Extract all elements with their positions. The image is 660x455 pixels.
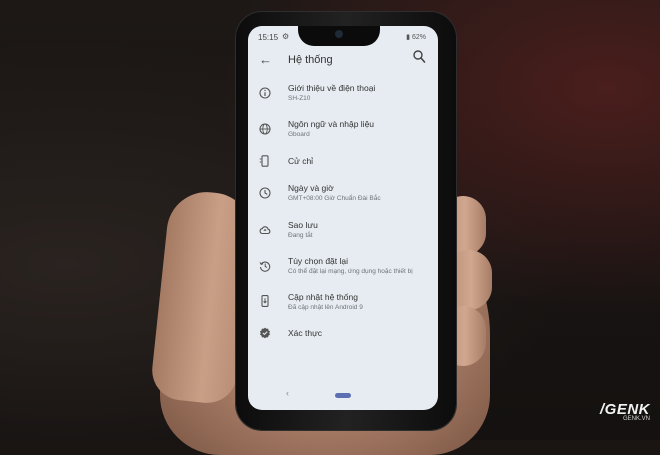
info-icon bbox=[259, 87, 271, 99]
search-icon[interactable] bbox=[412, 49, 426, 65]
settings-item-title: Xác thực bbox=[288, 328, 323, 338]
settings-item-subtitle: Gboard bbox=[288, 131, 310, 138]
settings-item-title: Tùy chọn đặt lại bbox=[288, 256, 349, 266]
settings-item-subtitle: Đang tắt bbox=[288, 232, 313, 239]
status-time: 15:15 bbox=[258, 33, 279, 42]
clock-icon bbox=[259, 187, 271, 199]
globe-icon bbox=[259, 123, 271, 135]
settings-item-subtitle: Đã cập nhật lên Android 9 bbox=[288, 304, 363, 311]
history-icon bbox=[259, 261, 271, 272]
navigation-bar: ‹ bbox=[248, 384, 438, 410]
battery-level: 62% bbox=[411, 34, 426, 41]
cloud-upload-icon bbox=[259, 226, 271, 235]
settings-item-system-update[interactable]: Cập nhật hệ thống Đã cập nhật lên Androi… bbox=[248, 291, 438, 325]
settings-item-subtitle: SH-Z10 bbox=[288, 95, 311, 102]
nav-back-icon[interactable]: ‹ bbox=[286, 388, 289, 398]
settings-item-title: Ngôn ngữ và nhập liệu bbox=[288, 119, 375, 129]
settings-notification-icon: ⚙ bbox=[282, 32, 290, 41]
settings-item-title: Cập nhật hệ thống bbox=[288, 292, 358, 302]
battery-icon: ▮ bbox=[406, 34, 411, 41]
settings-item-certification[interactable]: Xác thực bbox=[248, 326, 438, 360]
settings-item-title: Sao lưu bbox=[288, 220, 318, 230]
battery-status: ▮ 62% bbox=[406, 33, 426, 41]
gesture-phone-icon bbox=[259, 155, 269, 167]
back-arrow-icon[interactable]: ← bbox=[259, 52, 272, 67]
settings-item-about-phone[interactable]: Giới thiệu về điện thoại SH-Z10 bbox=[248, 80, 438, 114]
phone-screen: 15:15 ⚙ ▮ 62% ← Hệ thống Giới thiệu về đ… bbox=[248, 26, 438, 410]
settings-item-subtitle: GMT+08:00 Giờ Chuẩn Đài Bắc bbox=[288, 195, 381, 202]
display-notch bbox=[298, 26, 380, 46]
settings-item-subtitle: Có thể đặt lại mạng, ứng dụng hoặc thiết… bbox=[288, 268, 413, 275]
verified-badge-icon bbox=[260, 327, 270, 339]
settings-item-title: Giới thiệu về điện thoại bbox=[288, 83, 376, 93]
nav-home-pill[interactable] bbox=[335, 393, 351, 398]
front-camera bbox=[335, 30, 343, 38]
system-update-icon bbox=[261, 295, 269, 307]
settings-item-reset-options[interactable]: Tùy chọn đặt lại Có thể đặt lại mạng, ứn… bbox=[248, 255, 438, 289]
settings-item-language-input[interactable]: Ngôn ngữ và nhập liệu Gboard bbox=[248, 116, 438, 150]
genk-watermark: /GENK GENK.VN bbox=[600, 401, 650, 422]
settings-item-title: Ngày và giờ bbox=[288, 183, 334, 193]
settings-item-backup[interactable]: Sao lưu Đang tắt bbox=[248, 219, 438, 253]
settings-item-date-time[interactable]: Ngày và giờ GMT+08:00 Giờ Chuẩn Đài Bắc bbox=[248, 182, 438, 216]
settings-item-title: Cử chỉ bbox=[288, 156, 314, 166]
page-title: Hệ thống bbox=[288, 54, 333, 66]
